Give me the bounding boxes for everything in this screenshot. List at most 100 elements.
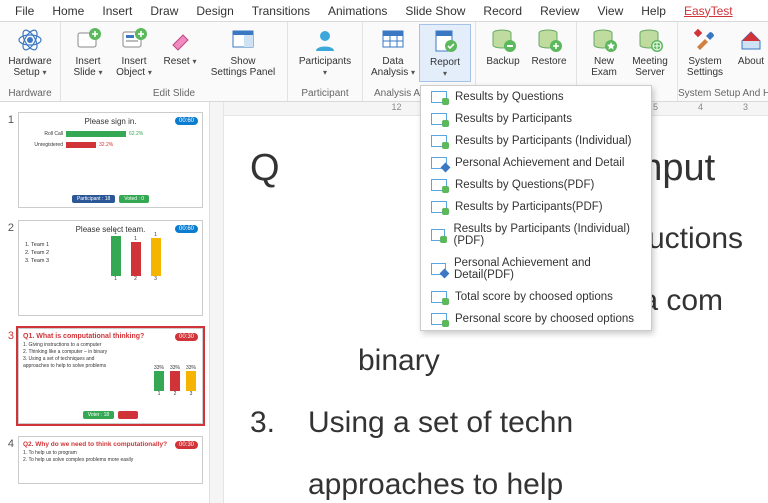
dropdown-item-label: Total score by choosed options — [455, 291, 613, 303]
panel-icon — [229, 26, 257, 54]
reset-label: Reset ▾ — [164, 56, 197, 67]
data-analysis-label: Data Analysis ▾ — [371, 56, 415, 78]
person-icon — [311, 26, 339, 54]
report-results-by-questions[interactable]: Results by Questions — [421, 86, 651, 108]
menu-review[interactable]: Review — [531, 2, 588, 20]
show-settings-panel-button[interactable]: Show Settings Panel — [203, 24, 283, 80]
dropdown-item-label: Results by Questions(PDF) — [455, 179, 594, 191]
caret-icon: ▾ — [42, 68, 46, 77]
report-button[interactable]: Report▾ — [419, 24, 471, 82]
timer-badge: 00:60 — [175, 117, 198, 125]
menu-slide-show[interactable]: Slide Show — [396, 2, 474, 20]
thumbnail-title: Q1. What is computational thinking? — [23, 333, 198, 340]
about-button[interactable]: About — [728, 24, 768, 69]
menu-insert[interactable]: Insert — [93, 2, 141, 20]
ruler-vertical — [210, 102, 224, 503]
thumbnail-3[interactable]: 3 Q1. What is computational thinking? 00… — [0, 324, 209, 432]
thumbnail-slide: Q1. What is computational thinking? 00:3… — [18, 328, 203, 424]
restore-button[interactable]: Restore — [526, 24, 572, 69]
menu-easytest[interactable]: EasyTest — [675, 2, 742, 20]
report-personal-achievement[interactable]: Personal Achievement and Detail — [421, 152, 651, 174]
report-results-by-participants[interactable]: Results by Participants — [421, 108, 651, 130]
menu-design[interactable]: Design — [187, 2, 242, 20]
report-total-score-by-options[interactable]: Total score by choosed options — [421, 286, 651, 308]
report-dropdown: Results by Questions Results by Particip… — [420, 85, 652, 331]
ribbon-group-hardware: Hardware Setup ▾ Hardware — [0, 22, 61, 101]
report-results-by-participants-individual-pdf[interactable]: Results by Participants (Individual)(PDF… — [421, 218, 651, 252]
sheet-icon — [431, 179, 447, 191]
system-settings-button[interactable]: System Settings — [682, 24, 728, 80]
system-settings-label: System Settings — [687, 56, 723, 78]
timer-badge: 00:30 — [175, 441, 198, 449]
thumbnail-title: Q2. Why do we need to think computationa… — [23, 441, 198, 448]
new-exam-button[interactable]: New Exam — [581, 24, 627, 80]
backup-button[interactable]: Backup — [480, 24, 526, 69]
sheet-icon — [431, 263, 446, 275]
insert-slide-button[interactable]: Insert Slide ▾ — [65, 24, 111, 80]
data-analysis-button[interactable]: Data Analysis ▾ — [367, 24, 419, 80]
ribbon-group-label: Edit Slide — [61, 88, 287, 101]
ribbon-group-edit-slide: Insert Slide ▾ Insert Object ▾ Reset ▾ S… — [61, 22, 288, 101]
insert-object-label: Insert Object ▾ — [116, 56, 152, 78]
db-minus-icon — [489, 26, 517, 54]
dropdown-item-label: Personal score by choosed options — [455, 313, 634, 325]
timer-badge: 00:30 — [175, 333, 198, 341]
db-plus-icon — [535, 26, 563, 54]
menu-animations[interactable]: Animations — [319, 2, 396, 20]
sheet-icon — [431, 229, 445, 241]
menu-file[interactable]: File — [6, 2, 43, 20]
menu-view[interactable]: View — [588, 2, 632, 20]
insert-slide-label: Insert Slide ▾ — [73, 56, 102, 78]
house-icon — [737, 26, 765, 54]
thumbnail-number: 2 — [2, 220, 14, 234]
thumbnail-2[interactable]: 2 Please select team. 00:60 1. Team 12. … — [0, 216, 209, 324]
participants-label: Participants▾ — [299, 56, 351, 78]
dropdown-item-label: Personal Achievement and Detail(PDF) — [454, 257, 641, 281]
report-icon — [431, 27, 459, 55]
report-results-by-questions-pdf[interactable]: Results by Questions(PDF) — [421, 174, 651, 196]
menu-record[interactable]: Record — [474, 2, 531, 20]
thumbnail-slide: Q2. Why do we need to think computationa… — [18, 436, 203, 484]
dropdown-item-label: Results by Participants (Individual) — [455, 135, 631, 147]
sheet-icon — [431, 91, 447, 103]
thumbnail-4[interactable]: 4 Q2. Why do we need to think computatio… — [0, 432, 209, 492]
thumbnail-number: 1 — [2, 112, 14, 126]
tools-icon — [691, 26, 719, 54]
ribbon-group-label: Participant — [288, 88, 362, 101]
thumbnail-1[interactable]: 1 Please sign in. 00:60 Roll Call62.2% U… — [0, 108, 209, 216]
thumbnail-panel: 1 Please sign in. 00:60 Roll Call62.2% U… — [0, 102, 210, 503]
meeting-server-button[interactable]: Meeting Server — [627, 24, 673, 80]
ribbon-group-participant: Participants▾ Participant — [288, 22, 363, 101]
sheet-icon — [431, 291, 447, 303]
menu-draw[interactable]: Draw — [141, 2, 187, 20]
dropdown-item-label: Personal Achievement and Detail — [455, 157, 624, 169]
insert-object-button[interactable]: Insert Object ▾ — [111, 24, 157, 80]
participants-button[interactable]: Participants▾ — [292, 24, 358, 80]
object-plus-icon — [120, 26, 148, 54]
about-label: About — [738, 56, 764, 67]
thumbnail-slide: Please select team. 00:60 1. Team 12. Te… — [18, 220, 203, 316]
report-personal-achievement-pdf[interactable]: Personal Achievement and Detail(PDF) — [421, 252, 651, 286]
new-exam-label: New Exam — [591, 56, 617, 78]
table-icon — [379, 26, 407, 54]
report-results-by-participants-individual[interactable]: Results by Participants (Individual) — [421, 130, 651, 152]
report-personal-score-by-options[interactable]: Personal score by choosed options — [421, 308, 651, 330]
menu-transitions[interactable]: Transitions — [243, 2, 319, 20]
meeting-server-label: Meeting Server — [632, 56, 668, 78]
hardware-setup-label: Hardware Setup ▾ — [8, 56, 51, 78]
hardware-setup-button[interactable]: Hardware Setup ▾ — [4, 24, 56, 80]
restore-label: Restore — [531, 56, 566, 67]
slide-plus-icon — [74, 26, 102, 54]
thumbnail-title: Please sign in. — [23, 117, 198, 126]
report-results-by-participants-pdf[interactable]: Results by Participants(PDF) — [421, 196, 651, 218]
eraser-icon — [166, 26, 194, 54]
backup-label: Backup — [486, 56, 519, 67]
db-star-icon — [590, 26, 618, 54]
menu-home[interactable]: Home — [43, 2, 93, 20]
main: 1 Please sign in. 00:60 Roll Call62.2% U… — [0, 102, 768, 503]
dropdown-item-label: Results by Participants — [455, 113, 572, 125]
menu-help[interactable]: Help — [632, 2, 675, 20]
reset-button[interactable]: Reset ▾ — [157, 24, 203, 69]
ribbon-group-label: System Setup And Help — [678, 88, 768, 101]
sheet-icon — [431, 201, 447, 213]
